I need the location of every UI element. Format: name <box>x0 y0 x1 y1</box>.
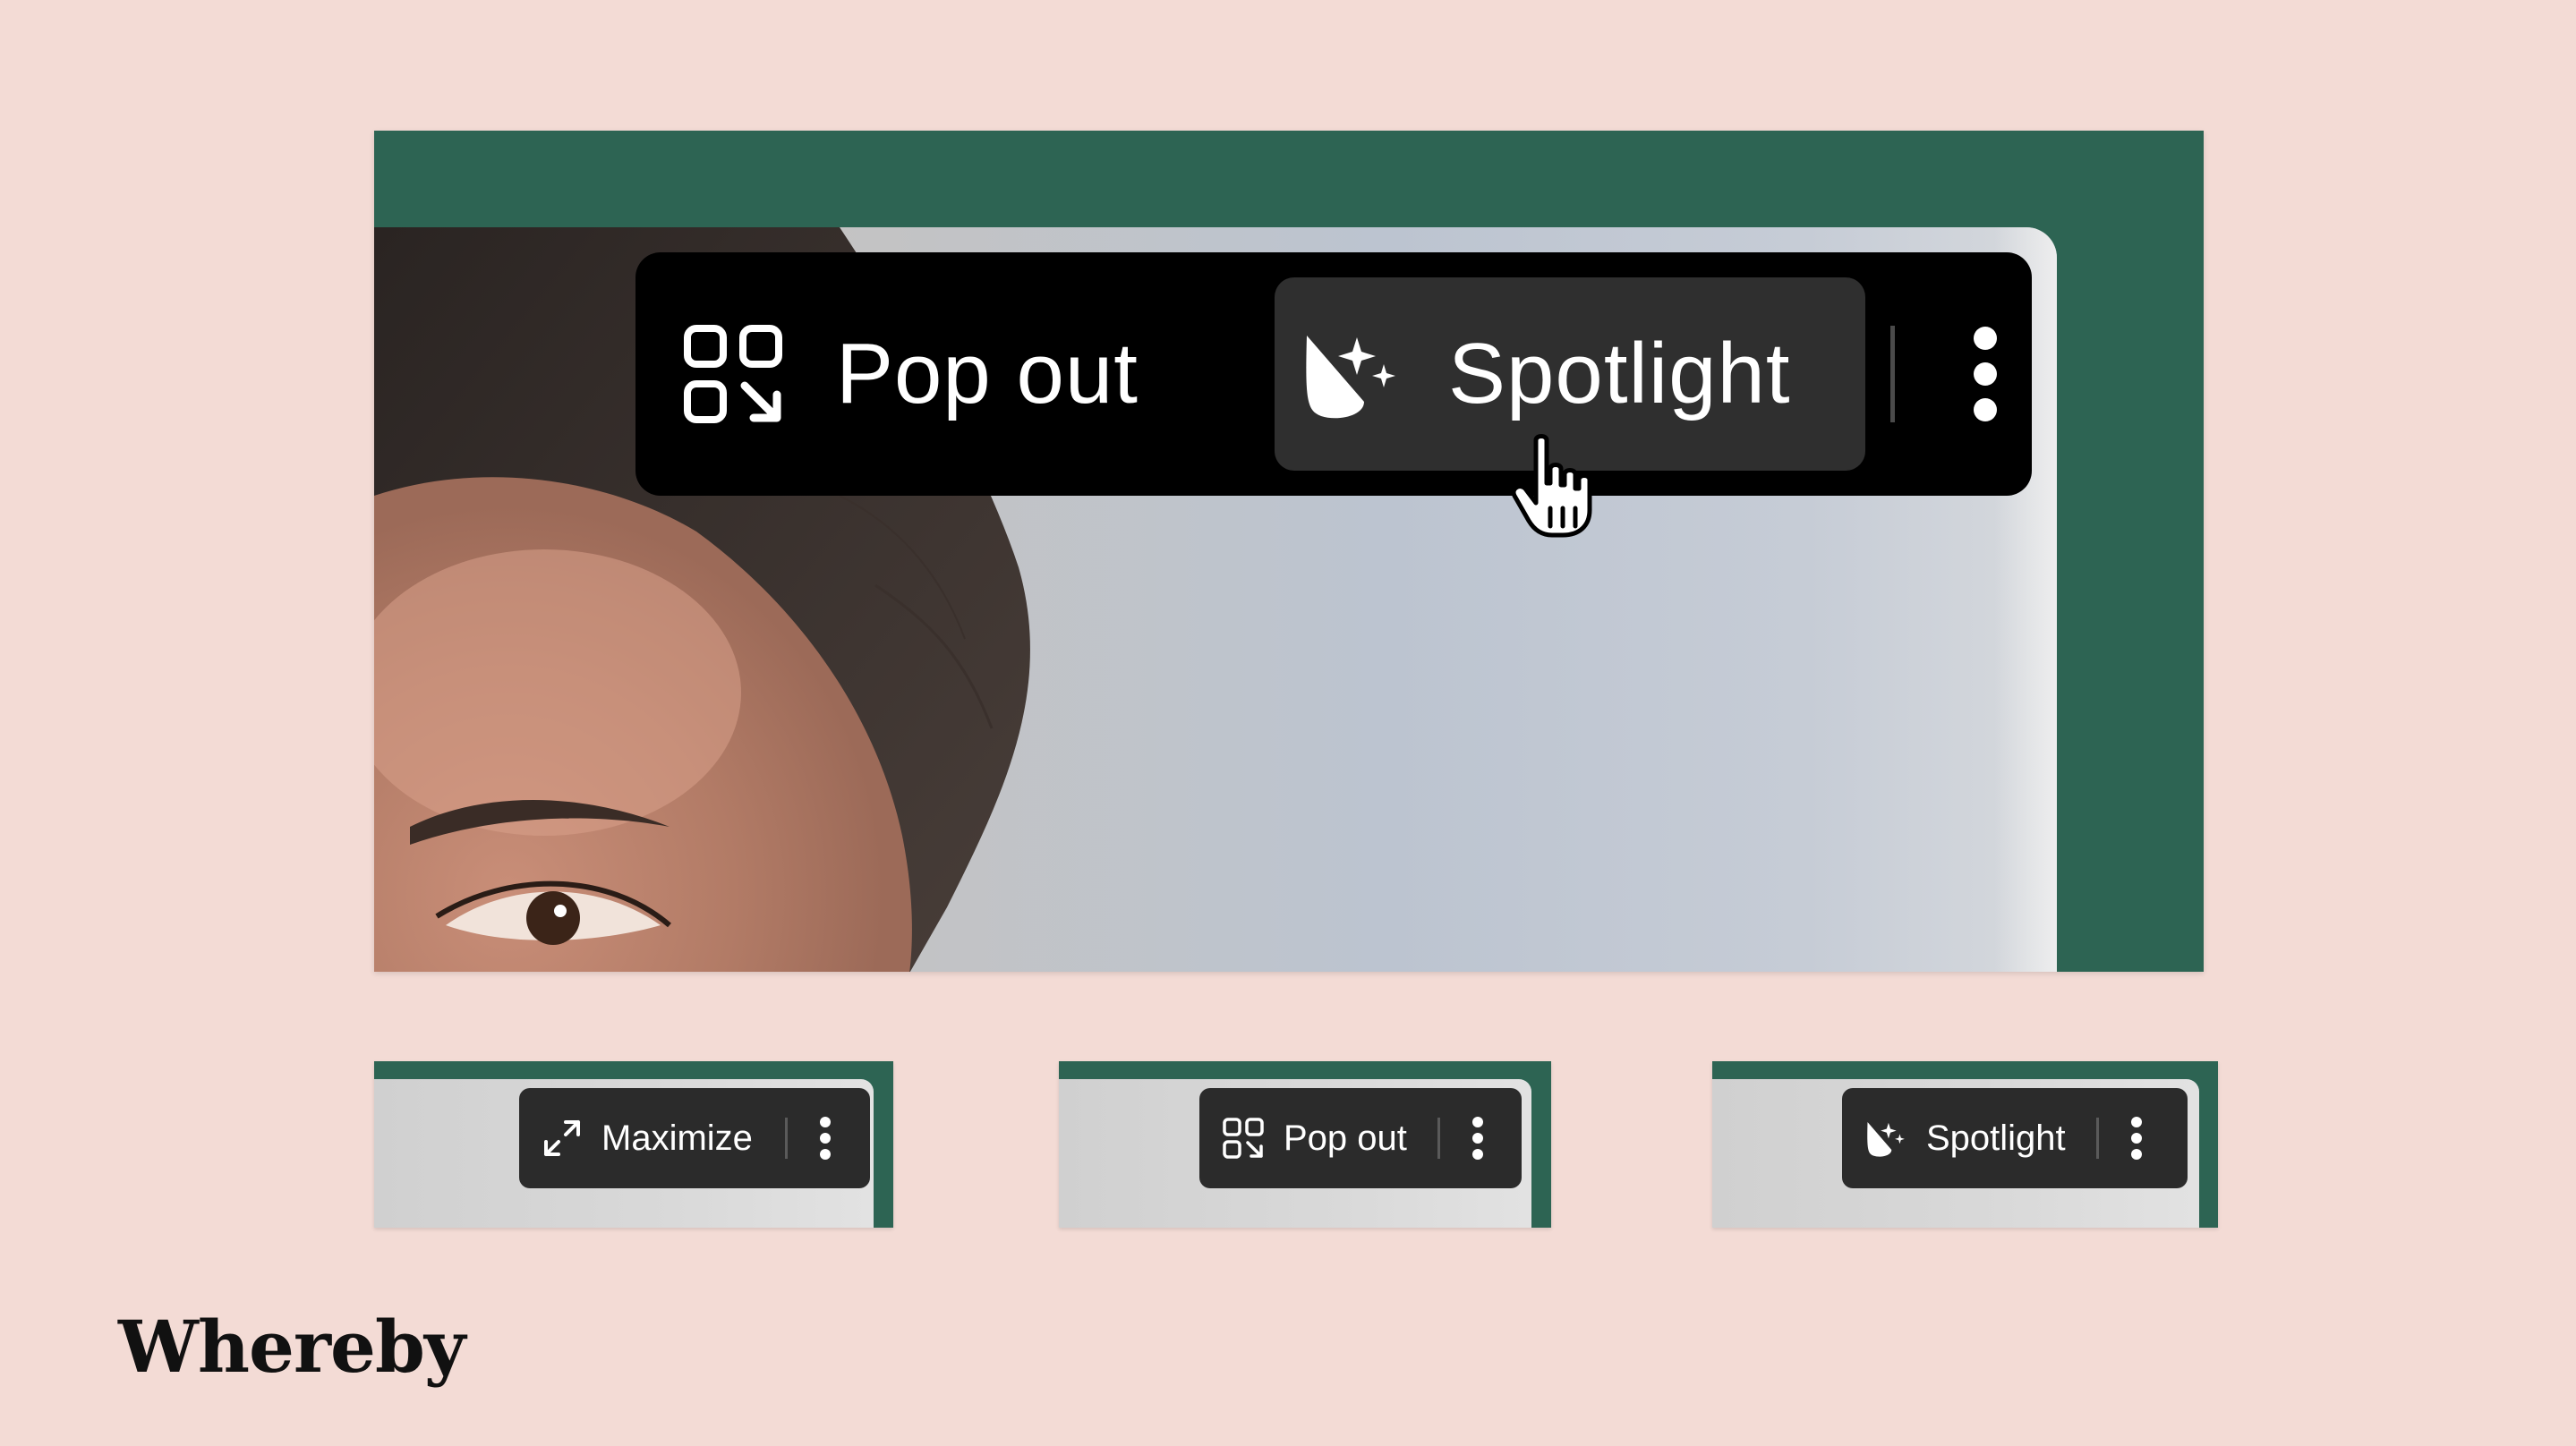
vertical-ellipsis-icon <box>2130 1117 2142 1127</box>
tile-toolbar: Pop out Spotlight <box>635 252 2032 496</box>
maximize-label[interactable]: Maximize <box>601 1119 753 1159</box>
spotlight-icon <box>1306 336 1395 419</box>
more-options-button[interactable] <box>819 1117 831 1160</box>
toolbar-divider <box>784 1118 788 1159</box>
popout-grid-icon <box>1223 1118 1264 1159</box>
popout-button[interactable]: Pop out <box>684 277 1221 471</box>
card-toolbar: Pop out <box>1199 1088 1522 1188</box>
more-options-button[interactable] <box>2130 1117 2142 1160</box>
toolbar-divider <box>1437 1118 1440 1159</box>
popout-label: Pop out <box>836 326 1139 421</box>
spotlight-label: Spotlight <box>1448 326 1791 421</box>
toolbar-divider <box>1890 326 1895 422</box>
vertical-ellipsis-icon <box>819 1117 831 1127</box>
maximize-card: Maximize <box>374 1061 893 1228</box>
spotlight-icon <box>1867 1122 1905 1157</box>
more-options-button[interactable] <box>1471 1117 1483 1160</box>
vertical-ellipsis-icon <box>1974 327 1997 350</box>
vertical-ellipsis-icon <box>1471 1117 1483 1127</box>
whereby-logo: Whereby <box>118 1305 465 1389</box>
popout-card: Pop out <box>1059 1061 1551 1228</box>
hero-video-frame: Pop out Spotlight <box>374 131 2204 972</box>
popout-label[interactable]: Pop out <box>1284 1119 1407 1159</box>
popout-grid-icon <box>684 325 782 423</box>
maximize-arrows-icon <box>544 1120 580 1156</box>
spotlight-label[interactable]: Spotlight <box>1926 1119 2066 1159</box>
toolbar-divider <box>2095 1118 2099 1159</box>
card-toolbar: Spotlight <box>1842 1088 2188 1188</box>
more-options-button[interactable] <box>1974 327 1997 421</box>
spotlight-card: Spotlight <box>1712 1061 2218 1228</box>
card-toolbar: Maximize <box>519 1088 870 1188</box>
hand-pointer-cursor-icon <box>1511 434 1592 538</box>
